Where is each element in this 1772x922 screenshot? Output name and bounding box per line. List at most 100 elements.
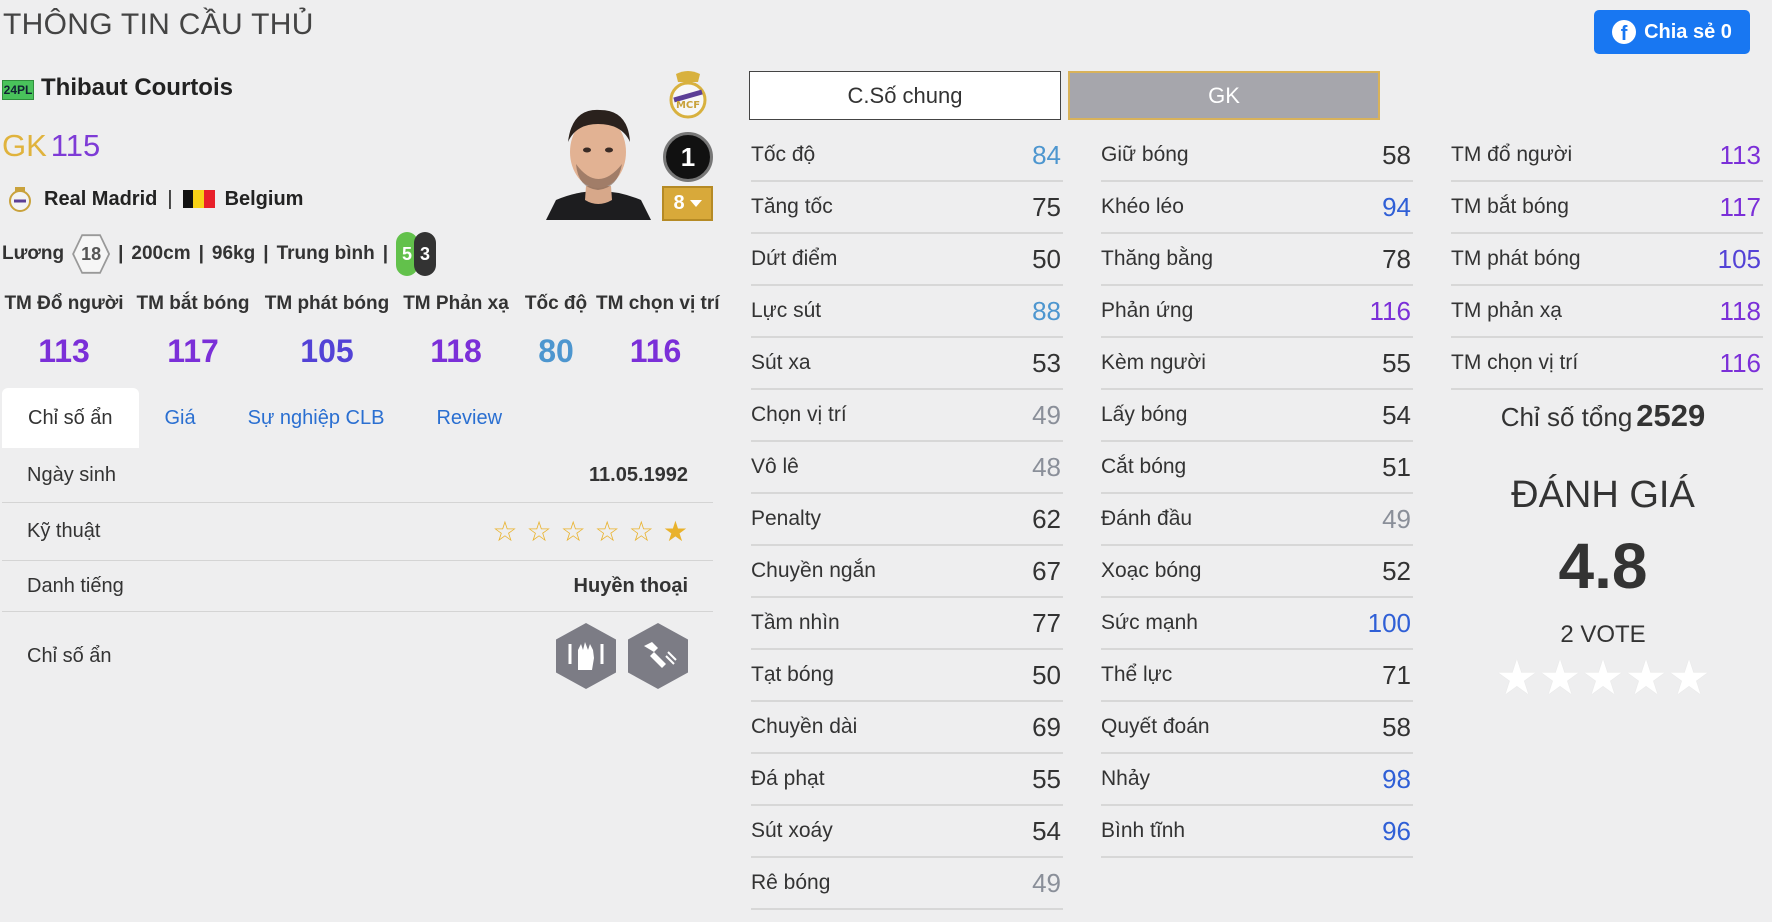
tab-gk-stats[interactable]: GK [1068,71,1380,120]
key-stat-value: 118 [430,333,482,369]
tab-review[interactable]: Review [410,388,528,448]
separator: | [167,187,173,210]
stat-name: Sức mạnh [1101,611,1198,634]
star-empty-icon: ☆ [492,515,518,547]
stat-value: 50 [1032,243,1061,274]
stat-row: Chuyền ngắn 67 [751,546,1063,598]
star-filled-icon: ★ [662,515,688,547]
stat-name: Giữ bóng [1101,143,1189,166]
position-label: GK [2,128,47,163]
stat-value: 50 [1032,659,1061,690]
stat-name: Dứt điểm [751,247,838,270]
real-madrid-crest-icon [9,187,31,212]
salary-badge: 18 [72,234,111,274]
stat-value: 52 [1382,555,1411,586]
key-stat-value: 105 [300,333,354,369]
fame-row: Danh tiếng Huyền thoại [2,561,713,612]
stat-value: 55 [1382,347,1411,378]
stats-column-defense: Giữ bóng 58 Khéo léo 94 Thăng bằng 78 Phản ứng… [1101,130,1413,858]
stat-row: Vô lê 48 [751,442,1063,494]
nation-name[interactable]: Belgium [225,188,304,211]
svg-text:MCF: MCF [676,100,700,111]
ovr-value: 115 [50,128,101,163]
stat-row: Bình tĩnh 96 [1101,806,1413,858]
star-icon[interactable]: ★ [1668,655,1711,703]
stat-row: Lấy bóng 54 [1101,390,1413,442]
stat-row: TM phản xạ 118 [1451,286,1763,338]
rating-stars[interactable]: ★ ★ ★ ★ ★ [1447,655,1759,703]
stat-value: 84 [1032,139,1061,170]
stat-name: Tăng tốc [751,195,833,218]
stat-row: Nhảy 98 [1101,754,1413,806]
stat-value: 117 [1719,191,1761,222]
goalkeeper-gloves-icon[interactable] [556,623,616,689]
star-icon[interactable]: ★ [1495,655,1538,703]
stat-name: Sút xa [751,351,811,374]
stat-name: Bình tĩnh [1101,819,1186,842]
separator: | [382,243,389,264]
key-stat: TM phát bóng 105 [258,293,396,370]
stat-name: Phản ứng [1101,299,1194,322]
upgrade-level-value: 8 [673,192,685,214]
stat-name: Thể lực [1101,663,1173,686]
tab-hidden-stats[interactable]: Chỉ số ẩn [2,388,139,448]
stat-value: 113 [1719,139,1761,170]
star-icon[interactable]: ★ [1581,655,1624,703]
stat-value: 58 [1382,139,1411,170]
key-stat-label: TM phát bóng [264,293,390,314]
belgium-flag-icon [182,190,215,208]
upgrade-level-select[interactable]: 8 [662,186,713,221]
stat-row: Xoạc bóng 52 [1101,546,1413,598]
tab-club-career[interactable]: Sự nghiệp CLB [222,388,411,448]
stat-name: Cắt bóng [1101,455,1187,478]
tab-general-stats[interactable]: C.Số chung [749,71,1061,120]
stat-name: Lực sút [751,299,822,322]
stat-value: 105 [1717,243,1761,274]
birth-label: Ngày sinh [27,463,116,486]
key-stat-value: 80 [538,333,574,369]
separator: | [118,243,124,264]
stat-value: 49 [1032,867,1061,898]
vote-count: 2 VOTE [1560,621,1646,648]
stat-value: 49 [1382,503,1411,534]
key-stat-value: 117 [167,333,219,369]
goalkeeper-dive-icon[interactable] [628,623,688,689]
stat-row: Chuyền dài 69 [751,702,1063,754]
stat-name: Chuyền ngắn [751,559,876,582]
stat-name: TM phản xạ [1451,299,1562,322]
stat-row: Đánh đầu 49 [1101,494,1413,546]
total-stats: Chỉ số tổng 2529 [1447,398,1759,434]
salary-label: Lương [2,243,65,264]
stat-row: Kèm người 55 [1101,338,1413,390]
star-empty-icon: ☆ [628,515,654,547]
star-empty-icon: ☆ [560,515,586,547]
separator: | [198,243,204,264]
dive-glyph [644,642,677,668]
stat-row: Tầm nhìn 77 [751,598,1063,650]
key-stats: TM Đổ người 113 TM bắt bóng 117 TM phát bó… [0,293,720,370]
star-icon[interactable]: ★ [1625,655,1668,703]
gloves-glyph [568,642,604,670]
stat-name: Vô lê [751,455,799,478]
star-icon[interactable]: ★ [1538,655,1581,703]
skill-stars: ☆ ☆ ☆ ☆ ☆ ★ [492,515,688,547]
stat-row: Giữ bóng 58 [1101,130,1413,182]
stat-row: Tốc độ 84 [751,130,1063,182]
stat-value: 67 [1032,555,1061,586]
stat-name: Đánh đầu [1101,507,1193,530]
stat-row: Sút xoáy 54 [751,806,1063,858]
share-label: Chia sẻ 0 [1644,20,1732,43]
stat-value: 71 [1382,659,1411,690]
club-name[interactable]: Real Madrid [44,188,157,211]
tab-price[interactable]: Giá [139,388,222,448]
hidden-traits-row: Chỉ số ẩn [2,612,713,700]
stat-name: Tầm nhìn [751,611,840,634]
position-ovr: GK 115 [2,128,100,164]
separator: | [263,243,269,264]
facebook-share-button[interactable]: f Chia sẻ 0 [1594,10,1750,54]
facebook-icon: f [1612,20,1637,44]
stat-row: Cắt bóng 51 [1101,442,1413,494]
club-nation-row: Real Madrid | Belgium [6,185,303,213]
stats-column-gk: TM đổ người 113 TM bắt bóng 117 TM phát bóng… [1451,130,1763,390]
key-stat: TM chọn vị trí 116 [596,293,720,370]
